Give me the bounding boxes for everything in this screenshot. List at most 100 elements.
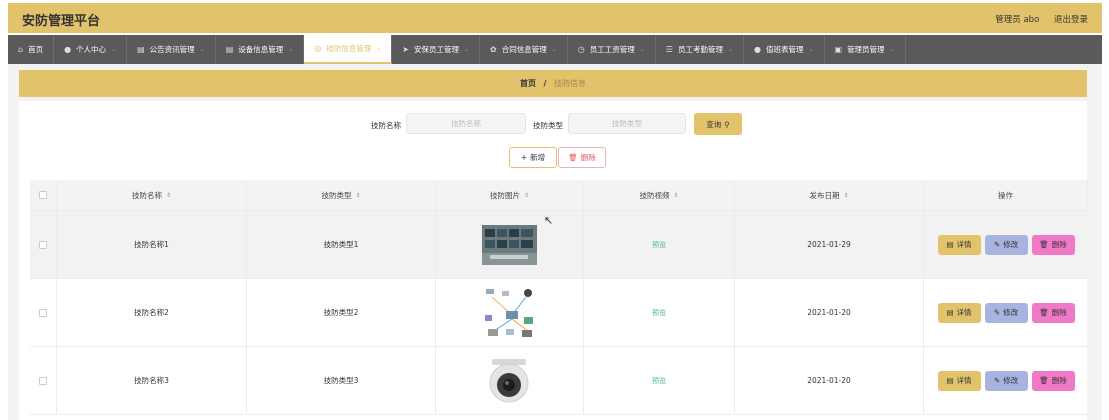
logout-link[interactable]: 退出登录 bbox=[1054, 15, 1088, 25]
product-image[interactable] bbox=[482, 216, 537, 273]
cell-actions: ▤ 详情 ✎ 修改 🗑 删除 bbox=[924, 347, 1088, 414]
nav-item-9[interactable]: ● 值班表管理 ⌄ bbox=[744, 35, 825, 64]
cell-name: 技防名称2 bbox=[57, 279, 247, 346]
nav-item-3[interactable]: ▤ 设备信息管理 ⌄ bbox=[216, 35, 305, 64]
add-label: 新增 bbox=[530, 153, 546, 162]
cell-video: 预览 bbox=[584, 211, 735, 278]
edit-icon: ✎ bbox=[993, 376, 1001, 385]
nav-item-2[interactable]: ▤ 公告资讯管理 ⌄ bbox=[127, 35, 216, 64]
chevron-down-icon: ⌄ bbox=[111, 46, 117, 53]
column-header[interactable]: 发布日期 ⇕ bbox=[735, 180, 924, 210]
row-checkbox[interactable] bbox=[39, 376, 47, 385]
sort-icon[interactable]: ⇕ bbox=[166, 192, 171, 199]
nav-item-label: 员工考勤管理 bbox=[677, 45, 723, 54]
column-header[interactable]: 技防类型 ⇕ bbox=[247, 180, 436, 210]
column-header-label: 发布日期 bbox=[809, 190, 840, 200]
nav-item-1[interactable]: ● 个人中心 ⌄ bbox=[54, 35, 128, 64]
chevron-down-icon: ⌄ bbox=[551, 46, 557, 53]
column-header[interactable]: 技防视频 ⇕ bbox=[584, 180, 735, 210]
admin-icon: ▣ bbox=[834, 45, 843, 54]
row-checkbox-cell bbox=[30, 347, 57, 414]
nav-item-5[interactable]: ➤ 安保员工管理 ⌄ bbox=[392, 35, 481, 64]
nav-item-label: 公告资讯管理 bbox=[149, 45, 195, 54]
sort-icon[interactable]: ⇕ bbox=[524, 192, 529, 199]
device-icon: ▤ bbox=[225, 45, 234, 54]
chevron-down-icon: ⌄ bbox=[889, 46, 895, 53]
detail-button[interactable]: ▤ 详情 bbox=[937, 302, 981, 323]
detail-button-label: 详情 bbox=[956, 240, 972, 249]
nav-item-0[interactable]: ⌂ 首页 bbox=[8, 35, 55, 64]
detail-button[interactable]: ▤ 详情 bbox=[937, 234, 981, 255]
chevron-down-icon: ⌄ bbox=[376, 45, 382, 52]
nav-item-10[interactable]: ▣ 管理员管理 ⌄ bbox=[825, 35, 906, 64]
search-name-input[interactable]: 技防名称 bbox=[406, 113, 526, 134]
batch-delete-button[interactable]: 🗑 删除 bbox=[558, 147, 606, 168]
row-checkbox[interactable] bbox=[39, 240, 47, 249]
attendance-icon: ☰ bbox=[665, 45, 673, 54]
delete-button[interactable]: 🗑 删除 bbox=[1031, 234, 1075, 255]
nav-item-label: 技防信息管理 bbox=[326, 44, 372, 53]
chevron-down-icon: ⌄ bbox=[727, 46, 733, 53]
cell-name-text: 技防名称1 bbox=[134, 240, 169, 249]
list-icon: ▤ bbox=[137, 45, 145, 54]
video-preview-link[interactable]: 预览 bbox=[652, 308, 666, 318]
sort-icon[interactable]: ⇕ bbox=[355, 192, 360, 199]
column-header-label: 操作 bbox=[998, 190, 1013, 200]
chevron-down-icon: ⌄ bbox=[199, 46, 205, 53]
column-header-label: 技防名称 bbox=[131, 190, 162, 200]
contract-icon: ✿ bbox=[490, 45, 497, 54]
product-image[interactable] bbox=[482, 284, 537, 341]
delete-button[interactable]: 🗑 删除 bbox=[1031, 302, 1075, 323]
chevron-down-icon: ⌄ bbox=[808, 46, 814, 53]
nav-item-4[interactable]: ◎ 技防信息管理 ⌄ bbox=[304, 35, 393, 64]
edit-button[interactable]: ✎ 修改 bbox=[984, 234, 1028, 255]
nav-item-7[interactable]: ◷ 员工工资管理 ⌄ bbox=[568, 35, 656, 64]
column-header[interactable]: 技防图片 ⇕ bbox=[436, 180, 584, 210]
delete-button[interactable]: 🗑 删除 bbox=[1031, 370, 1075, 391]
duty-icon: ● bbox=[753, 45, 761, 54]
edit-button[interactable]: ✎ 修改 bbox=[984, 370, 1028, 391]
video-preview-link[interactable]: 预览 bbox=[652, 376, 666, 386]
row-checkbox[interactable] bbox=[39, 308, 47, 317]
search-type-input[interactable]: 技防类型 bbox=[568, 113, 686, 134]
breadcrumb-home[interactable]: 首页 bbox=[520, 79, 536, 88]
cell-image bbox=[436, 279, 584, 346]
product-image[interactable] bbox=[482, 352, 537, 409]
column-header-label: 技防图片 bbox=[489, 190, 520, 200]
nav-item-8[interactable]: ☰ 员工考勤管理 ⌄ bbox=[656, 35, 744, 64]
cell-type-text: 技防类型2 bbox=[323, 308, 359, 317]
sort-icon[interactable]: ⇕ bbox=[843, 192, 848, 199]
edit-icon: ✎ bbox=[993, 308, 1001, 317]
edit-button[interactable]: ✎ 修改 bbox=[984, 302, 1028, 323]
column-header[interactable]: 技防名称 ⇕ bbox=[57, 180, 247, 210]
breadcrumb: 首页 / 技防信息 bbox=[19, 70, 1087, 97]
cell-date: 2021-01-20 bbox=[735, 347, 924, 414]
detail-button[interactable]: ▤ 详情 bbox=[937, 370, 981, 391]
cell-video: 预览 bbox=[584, 279, 735, 346]
header-checkbox-cell bbox=[30, 180, 57, 210]
nav-item-label: 安保员工管理 bbox=[414, 45, 459, 54]
detail-button-label: 详情 bbox=[956, 308, 972, 317]
cell-name: 技防名称3 bbox=[57, 347, 247, 414]
delete-button-label: 删除 bbox=[1051, 240, 1067, 249]
edit-button-label: 修改 bbox=[1003, 240, 1019, 249]
add-button[interactable]: + 新增 bbox=[509, 147, 557, 168]
table-header-row: 技防名称 ⇕ 技防类型 ⇕ 技防图片 ⇕ 技防视频 ⇕ 发布日期 ⇕ 操作 bbox=[30, 180, 1088, 211]
cell-name: 技防名称1 bbox=[57, 211, 247, 278]
trash-icon: 🗑 bbox=[1039, 376, 1049, 385]
batch-delete-label: 删除 bbox=[580, 153, 596, 162]
cell-actions: ▤ 详情 ✎ 修改 🗑 删除 bbox=[924, 211, 1088, 278]
video-preview-link[interactable]: 预览 bbox=[652, 240, 666, 250]
cell-type-text: 技防类型1 bbox=[323, 240, 359, 249]
query-button[interactable]: 查询 ⚲ bbox=[694, 113, 742, 135]
search-icon: ⚲ bbox=[724, 119, 730, 129]
globe-icon: ◎ bbox=[314, 44, 322, 53]
cell-image bbox=[436, 211, 584, 278]
header-user-area: 管理员 abo 退出登录 bbox=[983, 13, 1088, 25]
chevron-down-icon: ⌄ bbox=[288, 46, 294, 53]
select-all-checkbox[interactable] bbox=[39, 191, 47, 199]
nav-item-label: 合同信息管理 bbox=[501, 45, 547, 54]
sort-icon[interactable]: ⇕ bbox=[673, 192, 678, 199]
nav-filler bbox=[905, 35, 1102, 64]
nav-item-6[interactable]: ✿ 合同信息管理 ⌄ bbox=[480, 35, 568, 64]
